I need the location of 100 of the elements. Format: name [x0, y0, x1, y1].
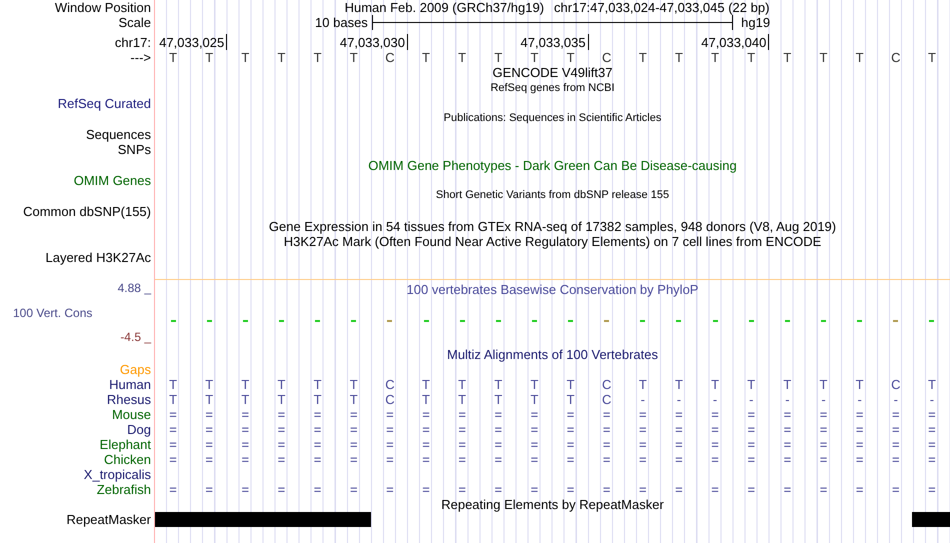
- base-letter: T: [782, 376, 792, 392]
- base-letter: =: [240, 422, 250, 437]
- base-letter: =: [890, 482, 901, 497]
- base-letter: =: [530, 482, 540, 497]
- base-letter: =: [240, 436, 250, 452]
- ruler-tick: 47,033,030: [227, 34, 408, 50]
- base-letter: T: [782, 50, 792, 65]
- base-letter: -: [676, 392, 682, 407]
- row-label: chr17:: [114, 35, 151, 50]
- base-letter: C: [601, 50, 612, 65]
- base-letter: T: [818, 50, 828, 65]
- base-letter: =: [638, 436, 648, 452]
- base-letter: =: [674, 482, 684, 497]
- base-letter: =: [927, 406, 937, 422]
- base-letter: T: [493, 392, 504, 407]
- base-letter: T: [457, 392, 468, 407]
- base-letter: =: [927, 452, 937, 467]
- species-label: Dog: [127, 422, 151, 437]
- assembly-title: Human Feb. 2009 (GRCh37/hg19): [344, 0, 544, 17]
- base-letter: =: [927, 436, 937, 452]
- base-letter: =: [927, 482, 937, 497]
- base-letter: =: [638, 452, 648, 467]
- base-letter: =: [312, 482, 322, 497]
- base-letter: T: [566, 376, 576, 392]
- track-label: SNPs: [118, 142, 151, 158]
- base-letter: =: [421, 482, 431, 497]
- base-letter: =: [746, 436, 756, 452]
- axis-min-label: -4.5 _: [120, 330, 151, 346]
- base-letter: =: [385, 452, 395, 467]
- base-letter: =: [240, 452, 250, 467]
- base-letter: -: [748, 392, 754, 407]
- base-letter: =: [530, 422, 540, 437]
- base-letter: T: [926, 376, 937, 392]
- base-letter: T: [674, 50, 684, 65]
- base-letter: -: [892, 392, 899, 407]
- species-label: Human: [109, 376, 151, 392]
- base-letter: =: [530, 406, 540, 422]
- base-letter: T: [348, 392, 359, 407]
- repeat-element: [912, 512, 950, 527]
- base-letter: T: [348, 50, 359, 65]
- base-letter: =: [854, 452, 864, 467]
- track-label: Layered H3K27Ac: [45, 250, 151, 265]
- base-letter: =: [493, 406, 504, 422]
- species-label: X_tropicalis: [84, 466, 151, 482]
- base-letter: =: [890, 436, 901, 452]
- base-letter: C: [384, 50, 396, 65]
- base-letter: =: [782, 482, 792, 497]
- base-letter: C: [890, 376, 902, 392]
- base-letter: =: [348, 436, 359, 452]
- base-letter: T: [493, 376, 504, 392]
- scale-assembly: hg19: [740, 15, 772, 30]
- track-title: 100 vertebrates Basewise Conservation by PhyloP: [406, 280, 698, 299]
- base-letter: T: [276, 50, 286, 65]
- base-letter: T: [168, 376, 178, 392]
- base-letter: -: [784, 392, 791, 407]
- base-letter: =: [602, 452, 612, 467]
- base-letter: =: [710, 482, 720, 497]
- base-letter: =: [674, 406, 684, 422]
- base-letter: =: [276, 406, 286, 422]
- base-letter: =: [746, 406, 756, 422]
- base-letter: =: [168, 406, 178, 422]
- base-letter: T: [312, 392, 323, 407]
- base-letter: =: [204, 422, 214, 437]
- base-letter: =: [818, 452, 828, 467]
- base-letter: =: [168, 482, 178, 497]
- track-label: RepeatMasker: [66, 512, 151, 527]
- base-letter: T: [240, 392, 250, 407]
- base-letter: =: [602, 482, 612, 497]
- base-letter: T: [421, 376, 431, 392]
- base-letter: T: [818, 376, 828, 392]
- base-letter: =: [240, 482, 250, 497]
- base-letter: T: [854, 50, 865, 65]
- track-label: OMIM Genes: [74, 172, 151, 188]
- base-letter: =: [385, 422, 395, 437]
- base-letter: T: [854, 376, 865, 392]
- base-letter: =: [782, 406, 792, 422]
- base-letter: T: [421, 50, 431, 65]
- scale-length: 10 bases: [314, 15, 369, 30]
- position-title: chr17:47,033,024-47,033,045 (22 bp): [554, 0, 770, 17]
- ruler-tick: 47,033,035: [408, 34, 589, 50]
- base-letter: =: [204, 452, 214, 467]
- base-letter: =: [782, 452, 792, 467]
- base-letter: =: [674, 452, 684, 467]
- base-letter: =: [566, 482, 576, 497]
- base-letter: =: [204, 482, 214, 497]
- base-letter: =: [421, 452, 431, 467]
- base-letter: C: [384, 392, 396, 407]
- base-letter: =: [674, 422, 684, 437]
- base-letter: =: [782, 436, 792, 452]
- ruler-tick: 47,033,040: [588, 34, 770, 50]
- base-letter: =: [638, 422, 648, 437]
- base-letter: T: [529, 376, 540, 392]
- base-letter: T: [312, 376, 323, 392]
- base-letter: =: [890, 422, 901, 437]
- base-letter: =: [746, 452, 756, 467]
- base-letter: =: [854, 482, 864, 497]
- base-letter: T: [457, 50, 468, 65]
- base-letter: T: [493, 50, 504, 65]
- track-title: Gene Expression in 54 tissues from GTEx RNA-seq of 17382 samples, 948 donors (V8, Aug 2019): [268, 219, 836, 234]
- base-letter: =: [566, 422, 576, 437]
